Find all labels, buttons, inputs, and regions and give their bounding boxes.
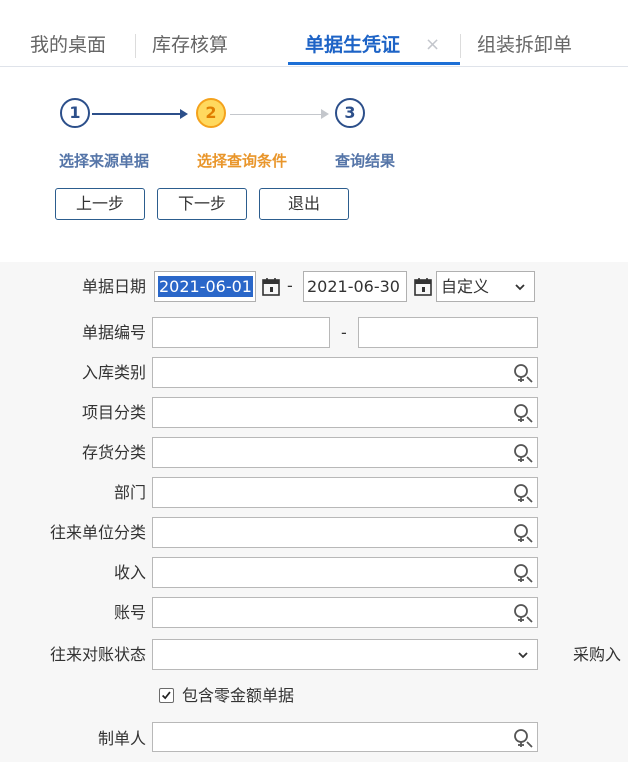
doc-no-label: 单据编号: [81, 323, 146, 342]
end-date-input[interactable]: 2021-06-30: [303, 271, 407, 302]
project-category-input[interactable]: [152, 397, 538, 428]
search-icon[interactable]: [512, 442, 534, 464]
search-icon[interactable]: [512, 562, 534, 584]
department-label: 部门: [113, 483, 146, 502]
prev-step-button[interactable]: 上一步: [55, 188, 145, 220]
tab-my-desktop[interactable]: 我的桌面: [30, 20, 106, 66]
calendar-icon[interactable]: [413, 277, 433, 297]
search-icon[interactable]: [512, 402, 534, 424]
search-icon[interactable]: [512, 522, 534, 544]
step-1-number: 1: [69, 103, 81, 122]
step-1-label: 选择来源单据: [59, 152, 150, 170]
partner-category-input[interactable]: [152, 517, 538, 548]
calendar-icon[interactable]: [261, 277, 281, 297]
step-2-label: 选择查询条件: [197, 152, 288, 170]
start-date-value: 2021-06-01: [158, 276, 253, 297]
search-icon[interactable]: [512, 727, 534, 749]
date-separator: -: [287, 276, 293, 295]
step-arrow-line: [230, 114, 322, 115]
end-date-value: 2021-06-30: [307, 277, 400, 296]
doc-no-separator: -: [341, 323, 347, 342]
start-date-input[interactable]: 2021-06-01: [154, 271, 256, 302]
next-step-button[interactable]: 下一步: [157, 188, 247, 220]
search-icon[interactable]: [512, 602, 534, 624]
search-icon[interactable]: [512, 362, 534, 384]
chevron-down-icon: [515, 284, 525, 291]
tab-inventory-accounting[interactable]: 库存核算: [152, 20, 228, 66]
income-input[interactable]: [152, 557, 538, 588]
date-range-value: 自定义: [441, 277, 490, 296]
tab-separator: [135, 34, 136, 58]
date-label: 单据日期: [81, 277, 146, 296]
creator-label: 制单人: [97, 729, 146, 748]
search-icon[interactable]: [512, 482, 534, 504]
account-no-label: 账号: [113, 603, 146, 622]
inventory-category-input[interactable]: [152, 437, 538, 468]
arrow-right-icon: [180, 109, 188, 119]
tab-separator: [460, 34, 461, 58]
step-3-label: 查询结果: [335, 152, 396, 170]
include-zero-label: 包含零金额单据: [182, 686, 295, 705]
reconcile-status-label: 往来对账状态: [49, 645, 146, 664]
inventory-category-label: 存货分类: [81, 443, 146, 462]
include-zero-checkbox[interactable]: [159, 688, 174, 703]
step-2-circle: 2: [196, 98, 226, 128]
partner-category-label: 往来单位分类: [49, 523, 146, 542]
tab-assembly-disassembly[interactable]: 组装拆卸单: [477, 20, 572, 66]
tab-voucher-generation[interactable]: 单据生凭证: [305, 20, 400, 66]
purchase-in-label: 采购入: [573, 645, 622, 664]
active-tab-indicator: [288, 62, 460, 65]
creator-input[interactable]: [152, 722, 538, 752]
income-label: 收入: [113, 563, 146, 582]
doc-no-from-input[interactable]: [152, 317, 330, 348]
close-icon[interactable]: ×: [425, 20, 440, 66]
step-3-circle: 3: [335, 98, 365, 128]
step-2-number: 2: [205, 103, 217, 122]
step-arrow-line: [92, 113, 180, 115]
account-no-input[interactable]: [152, 597, 538, 628]
reconcile-status-select[interactable]: [152, 639, 538, 670]
step-1-circle: 1: [60, 98, 90, 128]
in-type-label: 入库类别: [81, 363, 146, 382]
tab-bar: 我的桌面 库存核算 单据生凭证 × 组装拆卸单: [0, 20, 628, 67]
in-type-input[interactable]: [152, 357, 538, 388]
project-category-label: 项目分类: [81, 403, 146, 422]
doc-no-to-input[interactable]: [358, 317, 538, 348]
department-input[interactable]: [152, 477, 538, 508]
step-3-number: 3: [344, 103, 356, 122]
date-range-select[interactable]: 自定义: [436, 271, 535, 302]
arrow-right-icon: [321, 109, 329, 119]
exit-button[interactable]: 退出: [259, 188, 349, 220]
chevron-down-icon: [518, 652, 528, 659]
check-icon: [161, 691, 171, 700]
